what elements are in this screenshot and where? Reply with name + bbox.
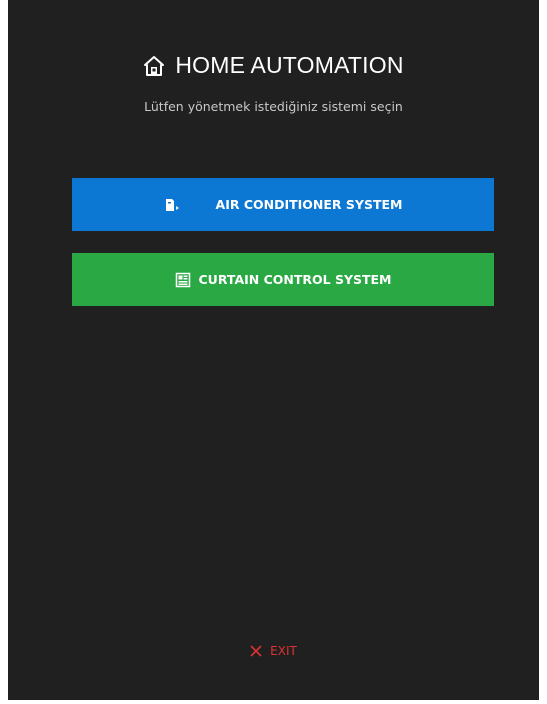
air-conditioner-system-label: AIR CONDITIONER SYSTEM [215, 197, 403, 212]
page-subtitle: Lütfen yönetmek istediğiniz sistemi seçi… [144, 99, 403, 114]
curtain-control-system-button[interactable]: CURTAIN CONTROL SYSTEM [72, 253, 494, 306]
exit-button[interactable]: EXIT [8, 644, 539, 658]
curtain-icon [175, 272, 191, 288]
app-window: HOME AUTOMATION Lütfen yönetmek istediği… [8, 0, 539, 700]
title-row: HOME AUTOMATION [8, 52, 539, 79]
air-conditioner-system-button[interactable]: AIR CONDITIONER SYSTEM [72, 178, 494, 231]
close-icon [250, 645, 262, 657]
exit-label: EXIT [270, 644, 297, 658]
curtain-control-system-label: CURTAIN CONTROL SYSTEM [198, 272, 392, 287]
air-conditioner-icon [164, 197, 180, 213]
header: HOME AUTOMATION Lütfen yönetmek istediği… [8, 52, 539, 114]
home-icon [143, 55, 165, 77]
page-title: HOME AUTOMATION [175, 52, 404, 78]
